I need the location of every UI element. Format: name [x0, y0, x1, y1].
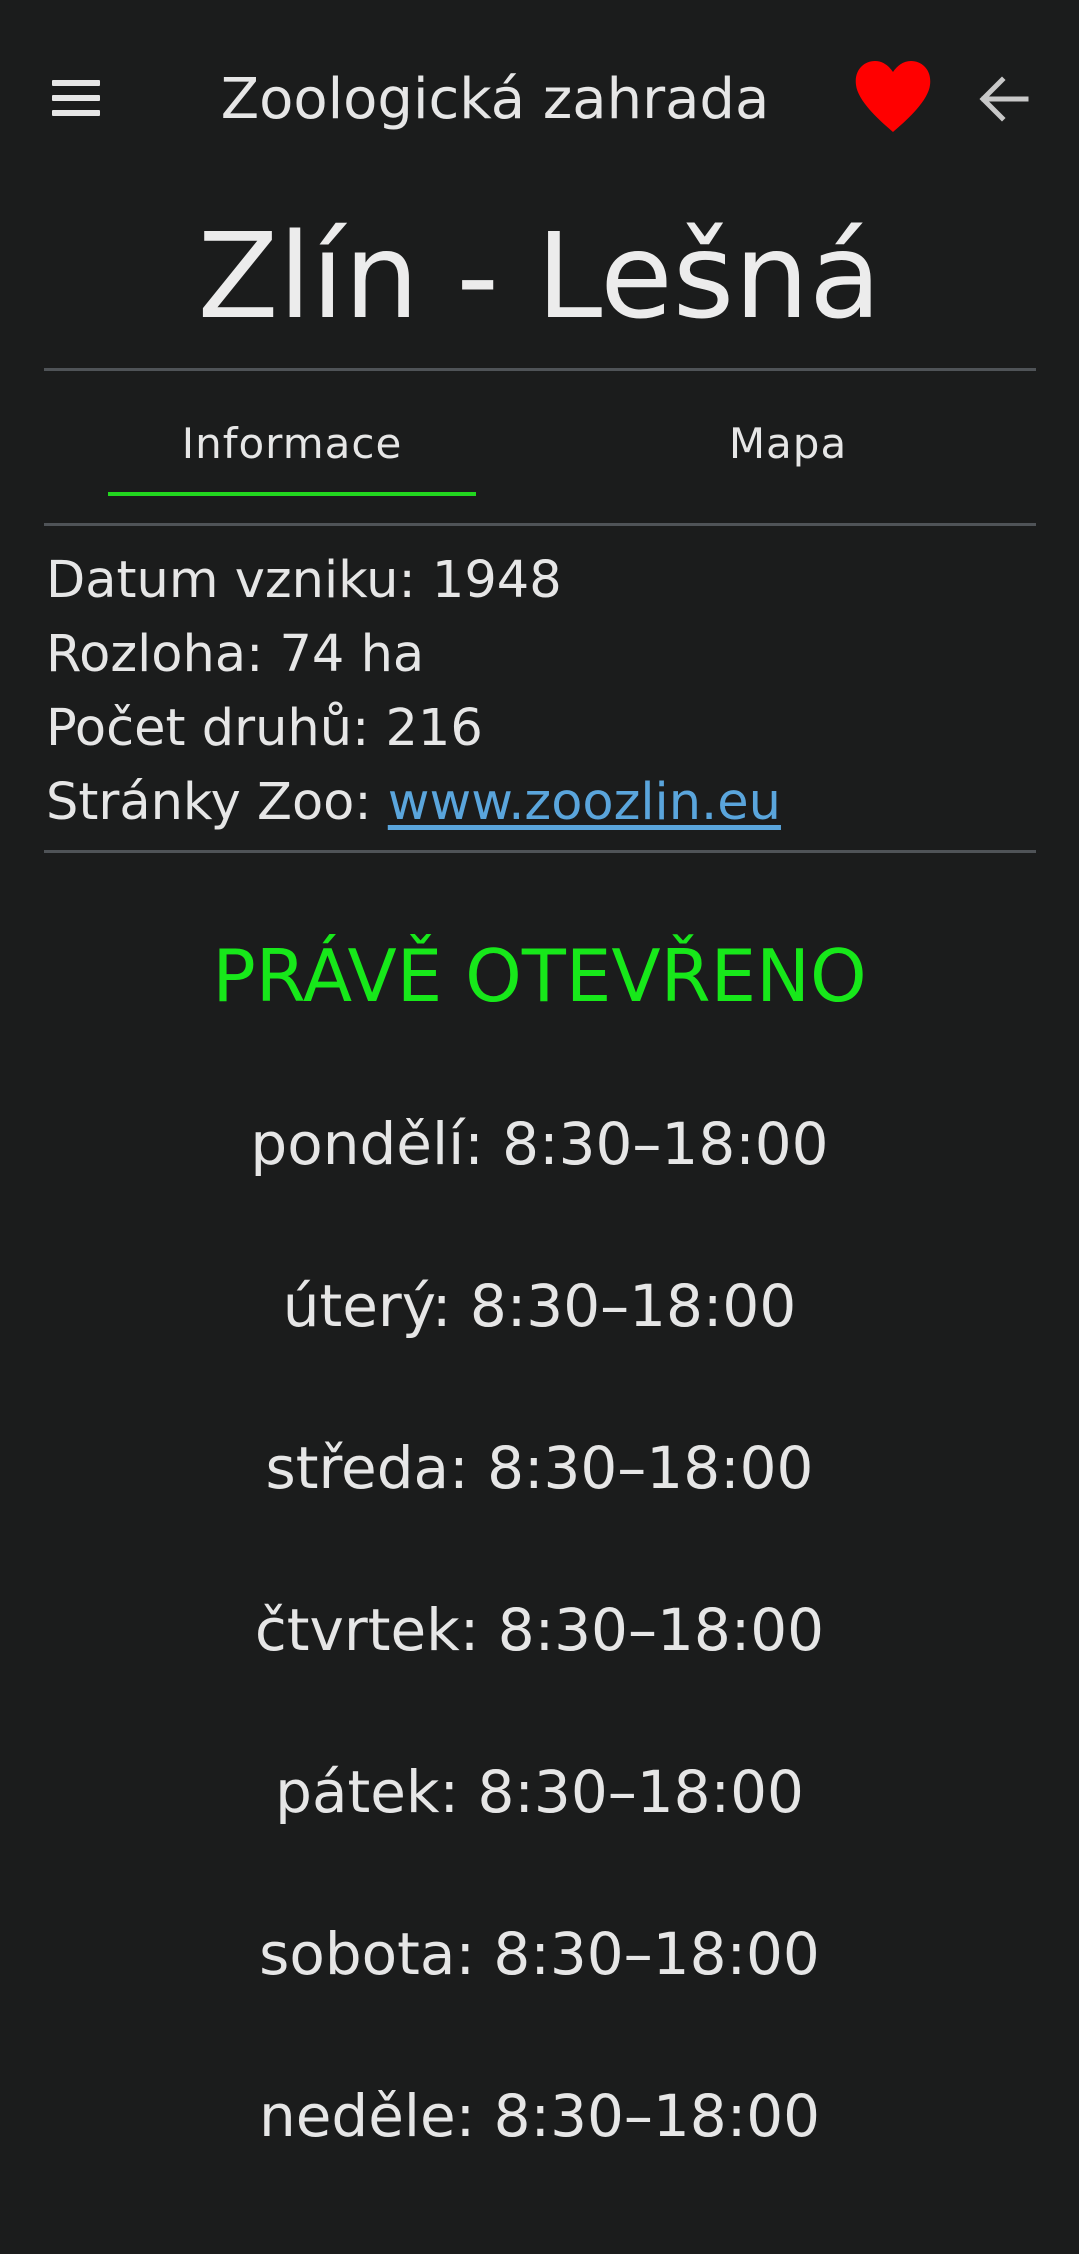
active-tab-indicator	[108, 492, 476, 496]
area-label: Rozloha:	[46, 625, 280, 684]
area-line: Rozloha: 74 ha	[46, 618, 1036, 692]
divider	[44, 368, 1036, 371]
zoo-info-section: Datum vzniku: 1948 Rozloha: 74 ha Počet …	[46, 544, 1036, 840]
hamburger-menu-icon[interactable]	[48, 76, 106, 120]
hours-saturday: sobota: 8:30–18:00	[259, 1920, 820, 1988]
founded-label: Datum vzniku:	[46, 551, 432, 610]
founded-value: 1948	[431, 551, 562, 610]
hours-monday: pondělí: 8:30–18:00	[250, 1110, 829, 1178]
species-value: 216	[385, 699, 483, 758]
website-link[interactable]: www.zoozlin.eu	[388, 773, 781, 832]
open-status: PRÁVĚ OTEVŘENO	[212, 934, 867, 1018]
hours-wednesday: středa: 8:30–18:00	[265, 1434, 814, 1502]
app-title: Zoologická zahrada	[220, 67, 770, 132]
hours-sunday: neděle: 8:30–18:00	[258, 2082, 821, 2150]
menu-line	[52, 80, 100, 86]
arrow-back-icon[interactable]	[974, 70, 1032, 128]
hours-tuesday: úterý: 8:30–18:00	[282, 1272, 797, 1340]
divider	[44, 523, 1036, 526]
species-label: Počet druhů:	[46, 699, 386, 758]
opening-hours-list: pondělí: 8:30–18:00 úterý: 8:30–18:00 st…	[0, 1096, 1079, 2230]
tab-informace[interactable]: Informace	[108, 404, 476, 498]
hours-thursday: čtvrtek: 8:30–18:00	[254, 1596, 825, 1664]
zoo-name-heading: Zlín - Lešná	[197, 207, 882, 345]
website-label: Stránky Zoo:	[46, 773, 388, 832]
website-line: Stránky Zoo: www.zoozlin.eu	[46, 766, 1036, 840]
back-arrow-glyph	[979, 76, 1029, 122]
species-line: Počet druhů: 216	[46, 692, 1036, 766]
founded-line: Datum vzniku: 1948	[46, 544, 1036, 618]
tab-mapa[interactable]: Mapa	[604, 404, 972, 498]
menu-line	[52, 95, 100, 101]
hours-friday: pátek: 8:30–18:00	[275, 1758, 804, 1826]
heart-icon	[855, 61, 931, 132]
divider	[44, 850, 1036, 853]
menu-line	[52, 110, 100, 116]
favorite-heart-icon[interactable]	[852, 58, 934, 138]
area-value: 74 ha	[279, 625, 425, 684]
app-bar: Zoologická zahrada	[0, 0, 1079, 196]
